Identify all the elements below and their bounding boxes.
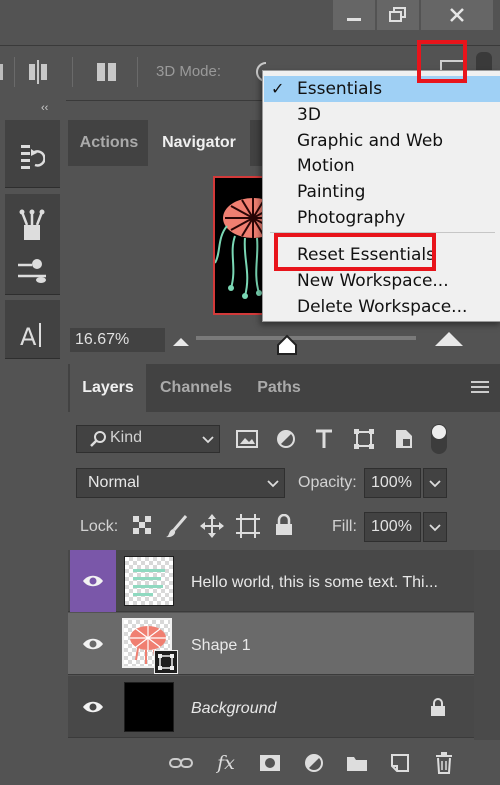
collapse-chevrons-icon[interactable]: ‹‹ xyxy=(41,102,48,114)
distribute-icon[interactable] xyxy=(27,60,49,84)
zoom-slider-handle[interactable] xyxy=(276,334,298,356)
eye-icon xyxy=(83,638,103,650)
checkmark-icon: ✓ xyxy=(271,79,285,98)
delete-layer-icon[interactable] xyxy=(431,752,457,774)
zoom-field[interactable]: 16.67% xyxy=(70,328,165,352)
brush-settings-icon[interactable] xyxy=(12,253,52,287)
fill-input[interactable]: 100% xyxy=(364,512,421,542)
smart-object-filter-icon[interactable] xyxy=(394,428,414,450)
new-adjustment-layer-icon[interactable] xyxy=(301,752,327,774)
lock-label: Lock: xyxy=(80,518,119,535)
visibility-toggle[interactable] xyxy=(70,676,116,738)
pixel-filter-icon[interactable] xyxy=(236,429,258,449)
search-icon xyxy=(89,430,107,448)
tab-actions[interactable]: Actions xyxy=(70,120,148,166)
zoom-slider[interactable] xyxy=(196,336,416,340)
shape-filter-icon[interactable] xyxy=(353,428,375,450)
opacity-label: Opacity: xyxy=(298,474,357,491)
new-layer-icon[interactable] xyxy=(387,752,413,774)
layer-name[interactable]: Shape 1 xyxy=(191,637,251,655)
layers-scrollbar[interactable] xyxy=(474,550,500,740)
minimize-button[interactable] xyxy=(333,0,375,30)
lock-position-icon[interactable] xyxy=(200,514,224,538)
panel-menu-icon[interactable] xyxy=(471,380,489,394)
close-icon xyxy=(450,8,464,22)
minimize-icon xyxy=(347,18,361,21)
lock-transparent-pixels-icon[interactable] xyxy=(133,516,151,534)
add-mask-icon[interactable] xyxy=(257,752,283,774)
menu-item-photography[interactable]: Photography xyxy=(264,205,500,231)
close-button[interactable] xyxy=(421,0,493,30)
zoom-in-icon[interactable] xyxy=(434,331,464,347)
character-icon[interactable]: A xyxy=(12,318,52,352)
layer-name[interactable]: Hello world, this is some text. Thi... xyxy=(191,574,438,592)
filter-kind-label: Kind xyxy=(110,429,143,446)
lock-icon xyxy=(430,697,446,717)
tab-layers[interactable]: Layers xyxy=(70,364,146,412)
separator xyxy=(137,57,138,87)
chevron-down-icon xyxy=(202,436,214,444)
workspace-menu: ✓ Essentials 3D Graphic and Web Motion P… xyxy=(262,70,500,322)
zoom-out-icon[interactable] xyxy=(172,337,190,347)
tab-channels[interactable]: Channels xyxy=(148,364,244,412)
tab-navigator[interactable]: Navigator xyxy=(148,120,250,166)
menu-item-graphic-and-web[interactable]: Graphic and Web xyxy=(264,128,500,154)
brushes-icon[interactable] xyxy=(12,208,52,242)
layer-thumbnail xyxy=(124,682,174,732)
eye-icon xyxy=(83,701,103,713)
restore-button[interactable] xyxy=(377,0,419,30)
restore-icon xyxy=(389,7,406,22)
link-layers-icon[interactable] xyxy=(168,752,194,774)
svg-text:A: A xyxy=(20,323,37,349)
blend-mode-value: Normal xyxy=(88,474,140,491)
menu-item-motion[interactable]: Motion xyxy=(264,153,500,179)
workspace-button-highlight xyxy=(417,40,467,83)
chevron-down-icon xyxy=(429,480,441,488)
menu-item-label: Essentials xyxy=(297,79,383,99)
visibility-toggle[interactable] xyxy=(70,613,116,675)
lock-artboard-icon[interactable] xyxy=(236,514,260,538)
separator xyxy=(14,57,15,87)
shape-layer-badge-icon xyxy=(154,650,178,674)
layer-thumbnail xyxy=(124,556,174,606)
fill-label: Fill: xyxy=(332,518,357,535)
layer-name[interactable]: Background xyxy=(191,700,276,718)
separator xyxy=(72,57,73,87)
reset-essentials-highlight xyxy=(274,233,436,271)
chevron-down-icon xyxy=(267,480,279,488)
filter-toggle[interactable] xyxy=(431,424,447,454)
eye-icon xyxy=(83,575,103,587)
new-group-icon[interactable] xyxy=(344,752,370,774)
lock-all-icon[interactable] xyxy=(275,514,293,536)
history-brush-icon[interactable] xyxy=(12,140,52,174)
menu-item-3d[interactable]: 3D xyxy=(264,102,500,128)
adjustment-filter-icon[interactable] xyxy=(276,429,296,449)
lock-image-pixels-icon[interactable] xyxy=(166,514,188,538)
tab-paths[interactable]: Paths xyxy=(244,364,314,412)
layer-style-button[interactable]: fx xyxy=(213,752,239,774)
3d-mode-label: 3D Mode: xyxy=(156,63,222,80)
visibility-toggle[interactable] xyxy=(70,550,116,612)
chevron-down-icon xyxy=(429,524,441,532)
arrange-icon[interactable] xyxy=(96,60,118,84)
menu-item-painting[interactable]: Painting xyxy=(264,179,500,205)
type-filter-icon[interactable] xyxy=(314,428,334,450)
menu-item-delete-workspace[interactable]: Delete Workspace... xyxy=(264,294,500,320)
menu-item-new-workspace[interactable]: New Workspace... xyxy=(264,268,500,294)
opacity-input[interactable]: 100% xyxy=(364,468,421,498)
align-left-edges-icon[interactable] xyxy=(0,62,6,82)
